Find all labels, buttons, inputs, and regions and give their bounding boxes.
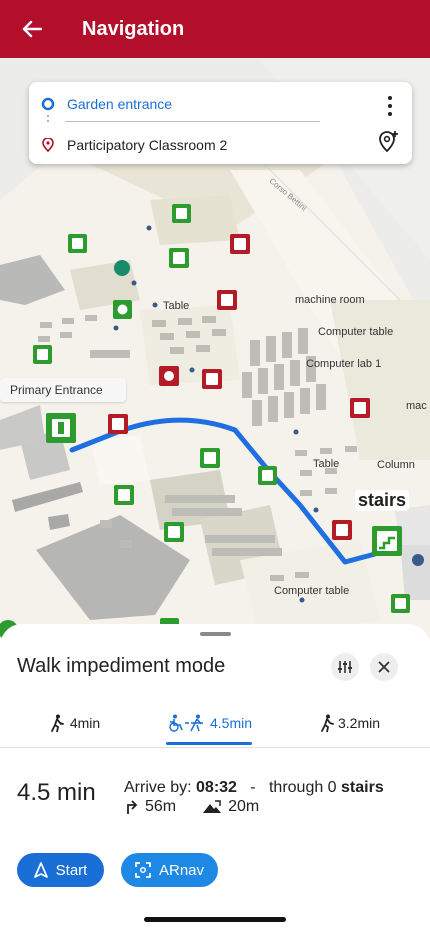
arrive-time: 08:32: [196, 779, 237, 796]
close-button[interactable]: [370, 653, 398, 681]
home-indicator: [144, 917, 286, 922]
turn-right-icon: [127, 800, 138, 814]
route-card: Garden entrance Participatory Classroom …: [29, 82, 412, 164]
sheet-title: Walk impediment mode: [17, 655, 226, 677]
tab-accessible-label: 4.5min: [209, 715, 253, 731]
map-label-computer-table-2: Computer table: [274, 585, 350, 597]
tab-walk-label: 4min: [69, 715, 101, 731]
map-label-computer-lab: Computer lab 1: [306, 358, 382, 370]
map-label-column: Column: [377, 459, 415, 471]
walk-icon: [50, 714, 64, 732]
tab-walk[interactable]: 4min: [40, 698, 110, 748]
arnav-button[interactable]: ARnav: [121, 853, 218, 887]
arnav-label: ARnav: [158, 861, 205, 879]
elevation-stat: 20m: [202, 798, 259, 816]
app-header: Navigation: [0, 0, 430, 58]
page-title: Navigation: [82, 17, 185, 40]
origin-row[interactable]: Garden entrance: [29, 89, 172, 119]
route-mode-tabs: 4min 4.5min 3.2min: [0, 698, 430, 748]
route-duration: 4.5 min: [17, 779, 96, 806]
bottom-sheet: Walk impediment mode 4min 4.5min 3.2min …: [0, 624, 430, 932]
start-label: Start: [55, 861, 88, 879]
tab-fast-walk-label: 3.2min: [337, 715, 381, 731]
sheet-grabber[interactable]: [200, 632, 231, 636]
through-prefix: through 0: [268, 779, 337, 796]
route-dots-icon: [47, 115, 49, 127]
tab-fast-walk[interactable]: 3.2min: [310, 698, 390, 748]
distance-value: 56m: [145, 798, 177, 815]
ar-scan-icon: [135, 862, 151, 878]
directions-walk-icon: [321, 714, 334, 732]
stairs-label[interactable]: stairs: [355, 490, 410, 511]
navigation-arrow-icon: [33, 862, 48, 878]
accessible-icon: [169, 714, 203, 732]
more-vert-icon[interactable]: [382, 96, 398, 116]
origin-text[interactable]: Garden entrance: [67, 96, 172, 112]
origin-circle-icon: [29, 97, 67, 111]
destination-row[interactable]: Participatory Classroom 2: [29, 130, 227, 160]
map-label-table-2: Table: [313, 458, 340, 470]
primary-entrance-label[interactable]: Primary Entrance: [0, 378, 126, 402]
arrive-prefix: Arrive by:: [124, 779, 192, 796]
add-location-icon[interactable]: [378, 129, 400, 153]
location-pin-icon: [29, 138, 67, 152]
tab-accessible[interactable]: 4.5min: [160, 698, 260, 748]
filter-button[interactable]: [331, 653, 359, 681]
tune-icon: [338, 661, 352, 673]
map-label-machine-room: machine room: [295, 294, 365, 306]
arrive-separator: -: [250, 779, 256, 796]
distance-stat: 56m: [125, 798, 176, 816]
map-label-table: Table: [163, 300, 190, 312]
arrival-info: Arrive by: 08:32 - through 0 stairs: [124, 779, 384, 797]
arrow-left-icon: [22, 20, 42, 38]
back-button[interactable]: [8, 0, 56, 58]
active-tab-indicator: [166, 742, 252, 745]
through-stairs: stairs: [341, 779, 384, 796]
elevation-icon: [203, 800, 222, 813]
elevation-value: 20m: [228, 798, 260, 815]
destination-text[interactable]: Participatory Classroom 2: [67, 137, 227, 153]
map-label-computer-table: Computer table: [318, 326, 394, 338]
start-button[interactable]: Start: [17, 853, 104, 887]
route-divider: [65, 121, 320, 122]
route-stats: 56m 20m: [125, 798, 259, 816]
map-label-mac: mac: [406, 400, 427, 412]
close-icon: [378, 661, 390, 673]
